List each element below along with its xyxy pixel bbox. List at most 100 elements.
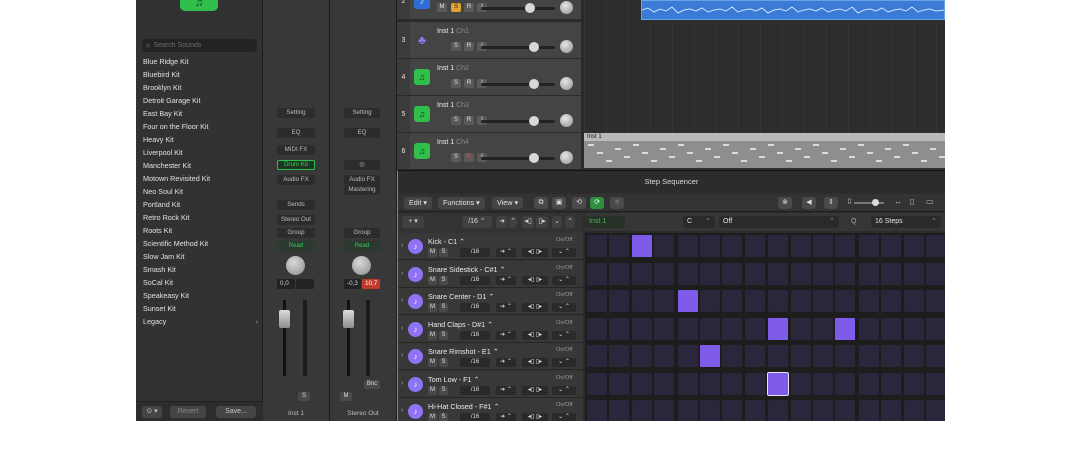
step-cell[interactable]	[653, 372, 674, 395]
volume-fader[interactable]	[279, 310, 290, 328]
row-rate-selector[interactable]: /16	[460, 303, 490, 312]
edit-menu[interactable]: Edit ▾	[404, 197, 432, 209]
row-rate-selector[interactable]: /16	[460, 385, 490, 395]
volume-slider-thumb[interactable]	[529, 116, 539, 126]
step-cell[interactable]	[609, 372, 630, 395]
sound-item[interactable]: Detroit Garage Kit	[136, 94, 263, 107]
sequencer-row-header[interactable]: › ♪ Snare Sidestick - C#1 ⌃ On/Off M S/16 ➔ ⌃ ◂…	[398, 260, 583, 288]
step-cell[interactable]	[653, 400, 674, 421]
steps-selector[interactable]: 16 Steps ⌃	[871, 216, 941, 228]
volume-slider-thumb[interactable]	[529, 153, 539, 163]
sound-item[interactable]: Motown Revisited Kit	[136, 172, 263, 185]
step-cell[interactable]	[677, 317, 698, 340]
row-solo-button[interactable]: S	[439, 248, 448, 257]
step-cell[interactable]	[835, 400, 856, 421]
step-cell[interactable]	[768, 400, 789, 421]
step-cell[interactable]	[653, 262, 674, 285]
step-cell[interactable]	[903, 345, 924, 367]
sound-item[interactable]: Four on the Floor Kit	[136, 120, 263, 133]
speaker-icon[interactable]: ◀	[802, 197, 816, 209]
step-cell[interactable]	[631, 372, 652, 395]
pan-knob[interactable]	[352, 256, 371, 275]
step-cell[interactable]	[813, 235, 833, 257]
volume-slider-thumb[interactable]	[529, 42, 539, 52]
zoom-stepper-icon[interactable]: ⇳	[846, 197, 853, 206]
automation-mode[interactable]: Read	[344, 241, 380, 251]
volume-slider[interactable]	[481, 3, 555, 13]
row-mute-button[interactable]: M	[428, 413, 437, 421]
step-cell[interactable]	[881, 317, 902, 340]
pan-knob[interactable]	[560, 40, 573, 53]
step-cell[interactable]	[835, 262, 856, 285]
width-icon[interactable]: ↔	[894, 197, 902, 206]
expand-row-icon[interactable]: ›	[401, 352, 403, 359]
row-onoff-label[interactable]: On/Off	[556, 375, 572, 381]
pan-knob[interactable]	[560, 114, 573, 127]
save-button[interactable]: Save...	[216, 406, 256, 418]
pan-knob[interactable]	[560, 77, 573, 90]
row-rate-selector[interactable]: /16	[460, 330, 490, 340]
step-cell[interactable]	[631, 317, 652, 340]
row-rate-selector[interactable]: /16	[460, 413, 490, 421]
view-menu[interactable]: View ▾	[492, 197, 524, 209]
step-cell[interactable]	[700, 317, 720, 340]
row-onoff-label[interactable]: On/Off	[556, 347, 572, 353]
step-cell[interactable]	[609, 235, 630, 257]
step-cell[interactable]	[767, 371, 790, 396]
solo-button[interactable]: S	[451, 79, 461, 88]
arrange-area[interactable]: Inst 1	[584, 0, 945, 170]
row-collapse-icon[interactable]: ⌄ ⌃	[552, 303, 576, 312]
record-button[interactable]: R	[464, 116, 474, 125]
step-cell[interactable]	[813, 290, 833, 312]
sound-item[interactable]: Brooklyn Kit	[136, 81, 263, 94]
revert-button[interactable]: Revert	[170, 406, 206, 418]
step-cell[interactable]	[903, 400, 924, 421]
step-cell[interactable]	[587, 317, 607, 340]
step-cell[interactable]	[700, 345, 720, 367]
midi-fx-slot[interactable]: MIDI FX	[277, 145, 315, 155]
step-cell[interactable]	[609, 262, 630, 285]
volume-fader[interactable]	[343, 310, 354, 328]
step-cell[interactable]	[881, 345, 902, 367]
step-cell[interactable]	[744, 345, 765, 367]
expand-row-icon[interactable]: ›	[401, 270, 403, 277]
step-cell[interactable]	[835, 317, 856, 340]
step-cell[interactable]	[587, 290, 607, 312]
track-header[interactable]: 5♫Inst 1 Ch3SRI	[397, 96, 581, 133]
audio-region[interactable]	[641, 0, 945, 20]
step-cell[interactable]	[926, 317, 945, 340]
action-menu-button[interactable]: ⊙ ▾	[142, 406, 162, 418]
solo-button[interactable]: S	[451, 3, 461, 12]
step-cell[interactable]	[926, 345, 945, 367]
step-cell[interactable]	[835, 372, 856, 395]
step-cell[interactable]	[722, 317, 743, 340]
row-direction-icon[interactable]: ➔ ⌃	[496, 413, 516, 421]
row-offset-icon[interactable]: ◂▯ ▯▸	[522, 248, 548, 257]
step-cell[interactable]	[722, 235, 743, 257]
volume-slider-thumb[interactable]	[529, 79, 539, 89]
step-cell[interactable]	[926, 262, 945, 285]
sound-item[interactable]: Speakeasy Kit	[136, 289, 263, 302]
row-onoff-label[interactable]: On/Off	[556, 402, 572, 408]
track-header[interactable]: 6♫Inst 1 Ch4SRI	[397, 133, 581, 170]
row-onoff-label[interactable]: On/Off	[556, 237, 572, 243]
step-cell[interactable]	[722, 345, 743, 367]
row-mute-button[interactable]: M	[428, 275, 437, 285]
sequencer-row-header[interactable]: › ♪ Tom Low - F1 ⌃ On/Off M S/16 ➔ ⌃ ◂▯ ▯▸ ⌄ ⌃	[398, 370, 583, 398]
row-onoff-label[interactable]: On/Off	[556, 320, 572, 326]
row-name[interactable]: Snare Rimshot - E1 ⌃	[428, 347, 499, 356]
step-cell[interactable]	[768, 290, 789, 312]
sequencer-row-header[interactable]: › ♪ Snare Center - D1 ⌃ On/Off M S/16 ➔ ⌃ ◂▯ ▯▸…	[398, 288, 583, 315]
row-mute-button[interactable]: M	[428, 385, 437, 395]
step-cell[interactable]	[790, 262, 811, 285]
rate-selector[interactable]: /16 ⌃	[462, 216, 492, 228]
step-cell[interactable]	[881, 290, 902, 312]
row-offset-icon[interactable]: ◂▯ ▯▸	[522, 358, 548, 367]
row-offset-icon[interactable]: ◂▯ ▯▸	[522, 303, 548, 312]
row-collapse-icon[interactable]: ⌄ ⌃	[552, 358, 576, 367]
sound-item[interactable]: Slow Jam Kit	[136, 250, 263, 263]
step-cell[interactable]	[790, 235, 811, 257]
search-input[interactable]	[153, 42, 254, 49]
step-cell[interactable]	[813, 262, 833, 285]
row-rate-selector[interactable]: /16	[460, 358, 490, 367]
